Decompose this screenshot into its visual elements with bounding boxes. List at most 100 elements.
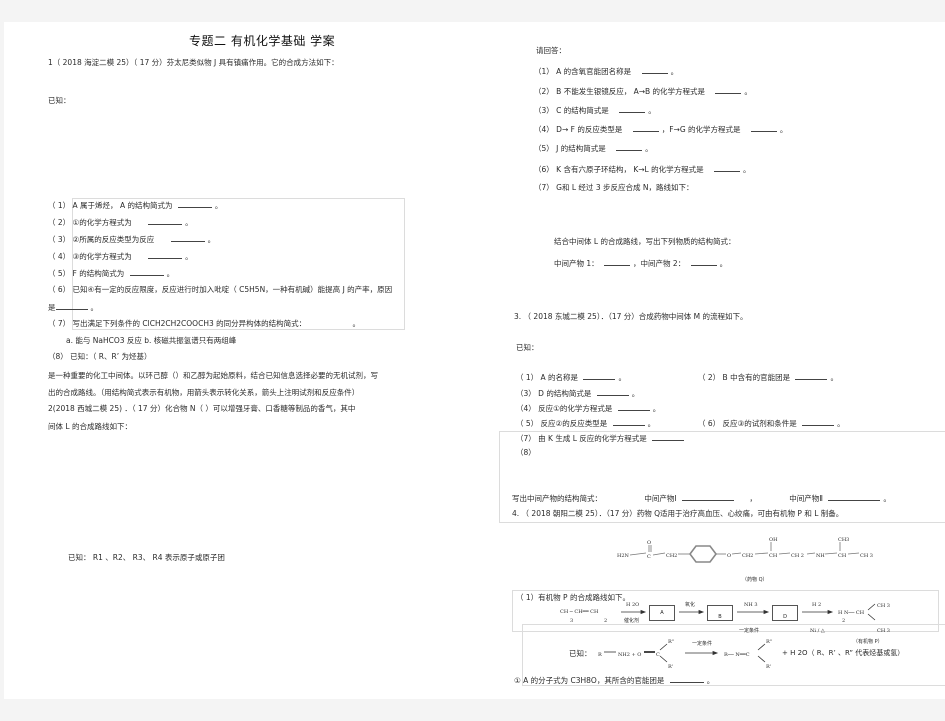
item-label: （8） bbox=[516, 448, 536, 457]
bond bbox=[847, 552, 860, 555]
item-text: ②所属的反应类型为反应 bbox=[72, 235, 155, 244]
item-label: （3） bbox=[534, 106, 554, 115]
answer-blank[interactable] bbox=[177, 200, 212, 208]
q3-item-5: （ 5） 反应②的反应类型是 。 bbox=[516, 418, 655, 429]
item-suffix: 。 bbox=[185, 218, 193, 227]
item-label: （3） bbox=[516, 389, 536, 398]
item-label: （4） bbox=[534, 125, 554, 134]
bond bbox=[652, 552, 666, 556]
item-label: （ 2） bbox=[48, 218, 71, 227]
atom-ch3-top: CH3 bbox=[838, 537, 850, 543]
item-label: （2） bbox=[534, 87, 554, 96]
item-suffix: 。 bbox=[631, 389, 640, 398]
q2-item-7: （7） G和 L 经过 3 步反应合成 N，路线如下： bbox=[534, 183, 693, 193]
answer-blank[interactable] bbox=[714, 164, 741, 172]
known-product-rp: R' bbox=[766, 664, 772, 670]
answer-blank[interactable] bbox=[715, 86, 742, 94]
atom-h2n: H2N bbox=[617, 553, 629, 559]
intermediate-2-blank[interactable] bbox=[690, 258, 717, 266]
answer-blank[interactable] bbox=[795, 372, 828, 380]
answer-blank[interactable] bbox=[750, 124, 777, 132]
item-suffix: 。 bbox=[837, 419, 845, 428]
answer-blank[interactable] bbox=[617, 403, 650, 411]
answer-blank[interactable] bbox=[55, 302, 88, 310]
answer-blank[interactable] bbox=[802, 418, 835, 426]
answer-blank[interactable] bbox=[148, 251, 183, 259]
q1-item-8: （8） 已知：（ R、R’ 为烃基） bbox=[48, 352, 152, 362]
bond bbox=[629, 552, 647, 556]
known-condition: 一定条件 bbox=[692, 641, 713, 647]
route-h2o: H 2O bbox=[626, 602, 640, 608]
answer-blank[interactable] bbox=[652, 433, 685, 441]
q2-header-cont: 间体 L 的合成路线如下： bbox=[48, 422, 132, 431]
item-label: （ 2） bbox=[698, 373, 721, 382]
answer-blank[interactable] bbox=[129, 268, 164, 276]
item-text: G和 L 经过 3 步反应合成 N，路线如下： bbox=[556, 183, 694, 192]
item-text: A 属于烯烃， A 的结构简式为 bbox=[72, 201, 173, 210]
q2-known: 已知： R1 、R2、 R3、 R4 表示原子或原子团 bbox=[68, 553, 225, 562]
bond bbox=[806, 552, 816, 555]
answer-blank[interactable] bbox=[148, 217, 183, 225]
answer-blank[interactable] bbox=[612, 418, 645, 426]
q1-item-2: （ 2） ①的化学方程式为 。 bbox=[48, 217, 193, 228]
answer-blank[interactable] bbox=[632, 124, 659, 132]
item-label: （ 4） bbox=[48, 252, 71, 261]
item-suffix: 。 bbox=[647, 419, 656, 428]
item-suffix: 。 bbox=[830, 373, 838, 382]
benzene-ring bbox=[689, 545, 717, 563]
known-c: C bbox=[656, 652, 660, 658]
route-box-a: A bbox=[649, 605, 675, 621]
q3-item-4: （4） 反应①的化学方程式是 。 bbox=[516, 403, 660, 414]
q1-item-5: （ 5） F 的结构简式为 。 bbox=[48, 268, 174, 279]
intermediate-1-blank[interactable] bbox=[682, 493, 734, 501]
item-suffix: 。 bbox=[90, 303, 99, 312]
q2-item-2: （2） B 不能发生银镜反应， A→B 的化学方程式是 。 bbox=[534, 86, 752, 97]
known-rpp: R'' bbox=[668, 639, 675, 645]
answer-blank[interactable] bbox=[596, 388, 629, 396]
item-text: J 的结构简式是 bbox=[556, 144, 606, 153]
known-product-rpp: R'' bbox=[766, 639, 773, 645]
item-text: 是 bbox=[48, 303, 56, 312]
route-ch3-bottom: CH 3 bbox=[877, 628, 890, 634]
item-label: （7） bbox=[516, 434, 536, 443]
item-suffix: 。 bbox=[214, 201, 223, 210]
item-suffix: 。 bbox=[352, 319, 361, 328]
q1-item-7-conditions: a. 能与 NaHCO3 反应 b. 核磁共振氢谱只有两组峰 bbox=[66, 336, 237, 345]
q4-sub-question-1: ① A 的分子式为 C3H8O，其所含的官能团是 。 bbox=[514, 675, 714, 686]
q3-item-8: （8） bbox=[516, 448, 536, 458]
item-suffix: 。 bbox=[744, 87, 752, 96]
intermediate-2-blank[interactable] bbox=[828, 493, 881, 501]
item-text: K 含有六原子环结构， K→L 的化学方程式是 bbox=[556, 165, 704, 174]
item-suffix: 。 bbox=[719, 259, 728, 268]
item-suffix: 。 bbox=[743, 165, 751, 174]
item-label: （ 6） bbox=[698, 419, 721, 428]
intermediate-1-blank[interactable] bbox=[604, 258, 631, 266]
q4-header: 4. （ 2018 朝阳二模 25）．（17 分）药物 Q适用于治疗高血压、心绞… bbox=[512, 509, 844, 518]
item-text: 反应①的化学方程式是 bbox=[538, 404, 613, 413]
item-label: （1） bbox=[534, 67, 554, 76]
item-suffix: 。 bbox=[670, 67, 679, 76]
intermediate-1-label: 中间产物Ⅰ bbox=[644, 494, 677, 503]
answer-blank[interactable] bbox=[669, 675, 704, 683]
item-mid: ，F→G 的化学方程式是 bbox=[661, 125, 741, 134]
q3-item-2: （ 2） B 中含有的官能团是 。 bbox=[698, 372, 838, 383]
answer-blank[interactable] bbox=[170, 234, 205, 242]
q3-item-6: （ 6） 反应③的试剂和条件是 。 bbox=[698, 418, 845, 429]
item-suffix: 。 bbox=[652, 404, 661, 413]
answer-blank[interactable] bbox=[641, 66, 668, 74]
item-text: 已知：（ R、R’ 为烃基） bbox=[70, 352, 152, 361]
answer-blank[interactable] bbox=[616, 143, 643, 151]
bond bbox=[778, 552, 791, 555]
item-label: （ 5） bbox=[48, 269, 71, 278]
answer-blank[interactable] bbox=[583, 372, 616, 380]
route-catalyst: 催化剂 bbox=[624, 618, 640, 624]
q1-paragraph-1: 是一种重要的化工中间体。以环己醇（）和乙醇为起始原料，结合已知信息选择必要的无机… bbox=[48, 371, 378, 380]
item-suffix: 。 bbox=[207, 235, 216, 244]
intermediate-1-label: 中间产物 1： bbox=[554, 259, 599, 268]
q2-item-4: （4） D→ F 的反应类型是 ，F→G 的化学方程式是 。 bbox=[534, 124, 787, 135]
answer-blank[interactable] bbox=[619, 105, 646, 113]
q1-item-6: （ 6） 已知④有一定的反应限度，反应进行时加入吡啶（ C5H5N，一种有机碱）… bbox=[48, 285, 392, 295]
item-label: （6） bbox=[534, 165, 554, 174]
item-label: （ 5） bbox=[516, 419, 539, 428]
item-label: （ 7） bbox=[48, 319, 71, 328]
